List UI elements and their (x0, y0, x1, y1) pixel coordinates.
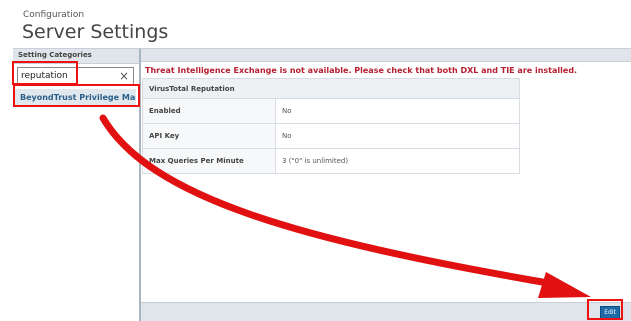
clear-icon[interactable]: × (119, 69, 129, 83)
table-header-row: VirusTotal Reputation (142, 78, 520, 99)
table-row: Max Queries Per Minute 3 ("0" is unlimit… (142, 148, 520, 174)
sidebar-item-beyondtrust[interactable]: BeyondTrust Privilege Man... (15, 89, 136, 107)
sidebar-header: Setting Categories (13, 49, 139, 64)
row-value: 3 ("0" is unlimited) (275, 148, 520, 174)
section-title: VirusTotal Reputation (142, 78, 520, 99)
page-title: Server Settings (22, 21, 169, 43)
detail-toolbar (141, 49, 631, 62)
row-label: Max Queries Per Minute (142, 148, 276, 174)
settings-table: VirusTotal Reputation Enabled No API Key… (142, 78, 520, 174)
tie-warning-message: Threat Intelligence Exchange is not avai… (145, 66, 578, 75)
settings-detail-panel: Threat Intelligence Exchange is not avai… (141, 48, 631, 321)
settings-sidebar: Setting Categories × BeyondTrust Privile… (13, 48, 143, 321)
category-search-box[interactable]: × (17, 67, 134, 85)
row-label: API Key (142, 123, 276, 149)
bottom-action-bar (141, 302, 631, 321)
row-label: Enabled (142, 98, 276, 124)
edit-button[interactable]: Edit (600, 306, 620, 319)
breadcrumb: Configuration (23, 10, 85, 20)
row-value: No (275, 98, 520, 124)
category-search-input[interactable] (21, 70, 111, 82)
table-row: Enabled No (142, 98, 520, 124)
row-value: No (275, 123, 520, 149)
table-row: API Key No (142, 123, 520, 149)
